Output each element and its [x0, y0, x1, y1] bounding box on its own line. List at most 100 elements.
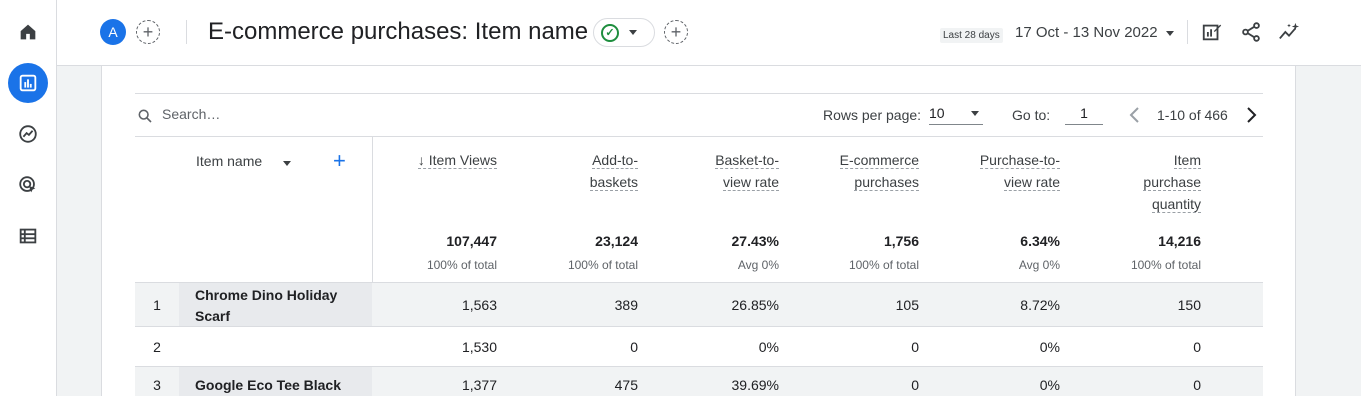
column-header-label: view rate	[722, 174, 779, 191]
cell-add-to-baskets: 0	[630, 339, 638, 355]
column-header-label: baskets	[589, 174, 638, 191]
total-add-to-baskets-sub: 100% of total	[567, 258, 638, 272]
dimension-header-label: Item name	[196, 153, 263, 169]
report-status-dropdown[interactable]: ✓	[593, 18, 655, 47]
cell-item-views: 1,377	[461, 377, 497, 393]
cell-item-purchase-quantity: 150	[1177, 297, 1201, 313]
add-filter-button[interactable]: +	[664, 20, 688, 44]
table-row[interactable]: 1 Chrome Dino Holiday Scarf 1,563 389 26…	[135, 282, 1263, 326]
cell-purchase-to-view-rate: 8.72%	[1020, 297, 1060, 313]
rows-per-page-value: 10	[929, 105, 945, 121]
nav-configure-button[interactable]	[8, 216, 48, 256]
chevron-down-icon[interactable]	[1166, 31, 1174, 36]
insights-button[interactable]	[1276, 19, 1302, 45]
total-item-views-sub: 100% of total	[426, 258, 497, 272]
rows-per-page-select[interactable]: 10	[929, 103, 983, 125]
cell-basket-to-view-rate: 0%	[758, 339, 779, 355]
column-header-label: Purchase-to-	[979, 152, 1060, 169]
nav-reports-button[interactable]	[8, 63, 48, 103]
cell-item-purchase-quantity: 0	[1193, 377, 1201, 393]
cell-item-views: 1,530	[461, 339, 497, 355]
dimension-header[interactable]: Item name	[196, 153, 262, 169]
date-range-picker[interactable]: 17 Oct - 13 Nov 2022	[1015, 24, 1158, 41]
column-header-basket-to-view-rate[interactable]: Basket-to- view rate	[679, 149, 779, 193]
dimension-dropdown-icon[interactable]	[283, 161, 291, 166]
item-name-cell: Chrome Dino Holiday Scarf	[179, 283, 372, 326]
report-table-card: Rows per page: 10 Go to: 1 1-10 of 466 I…	[101, 66, 1296, 396]
column-header-label: quantity	[1151, 196, 1201, 213]
total-purchase-to-view-rate-sub: Avg 0%	[1018, 258, 1060, 272]
total-purchase-to-view-rate: 6.34%	[1020, 233, 1060, 249]
cell-purchase-to-view-rate: 0%	[1039, 339, 1060, 355]
pagination-status: 1-10 of 466	[1157, 107, 1228, 123]
chevron-down-icon	[629, 30, 637, 35]
chevron-down-icon	[971, 111, 979, 116]
total-basket-to-view-rate-sub: Avg 0%	[737, 258, 779, 272]
total-add-to-baskets: 23,124	[595, 233, 638, 249]
date-preset-label: Last 28 days	[940, 28, 1003, 43]
cell-item-purchase-quantity: 0	[1193, 339, 1201, 355]
table-toolbar: Rows per page: 10 Go to: 1 1-10 of 466	[135, 93, 1263, 137]
item-name-line: Scarf	[195, 308, 231, 324]
total-item-purchase-quantity: 14,216	[1158, 233, 1201, 249]
cell-purchase-to-view-rate: 0%	[1039, 377, 1060, 393]
share-button[interactable]	[1238, 19, 1264, 45]
explore-icon	[19, 125, 37, 143]
total-ecommerce-purchases: 1,756	[883, 233, 919, 249]
header-divider	[186, 20, 187, 44]
header-divider	[1187, 20, 1188, 44]
column-header-label: Basket-to-	[715, 152, 779, 169]
table-row[interactable]: 2 1,530 0 0% 0 0% 0	[135, 326, 1263, 366]
insights-icon	[1279, 22, 1300, 40]
row-number: 2	[153, 339, 161, 355]
column-header-item-views[interactable]: ↓ Item Views	[397, 149, 497, 171]
cell-ecommerce-purchases: 0	[911, 339, 919, 355]
total-basket-to-view-rate: 27.43%	[731, 233, 779, 249]
cell-basket-to-view-rate: 26.85%	[731, 297, 779, 313]
page-title: E-commerce purchases: Item name	[208, 18, 589, 45]
cell-add-to-baskets: 475	[614, 377, 638, 393]
cell-item-views: 1,563	[461, 297, 497, 313]
row-number: 1	[153, 297, 161, 313]
cell-ecommerce-purchases: 0	[911, 377, 919, 393]
comparison-avatar[interactable]: A	[100, 19, 126, 45]
cell-add-to-baskets: 389	[614, 297, 638, 313]
left-nav-rail	[0, 0, 57, 396]
column-header-label: Add-to-	[592, 152, 638, 169]
cell-ecommerce-purchases: 105	[895, 297, 919, 313]
total-item-purchase-quantity-sub: 100% of total	[1130, 258, 1201, 272]
item-name-cell	[179, 327, 372, 366]
total-ecommerce-purchases-sub: 100% of total	[848, 258, 919, 272]
column-header-add-to-baskets[interactable]: Add-to- baskets	[538, 149, 638, 193]
report-header: A + E-commerce purchases: Item name ✓ + …	[57, 0, 1361, 66]
table-row[interactable]: 3 Google Eco Tee Black 1,377 475 39.69% …	[135, 366, 1263, 396]
column-header-purchase-to-view-rate[interactable]: Purchase-to- view rate	[960, 149, 1060, 193]
go-to-page-input[interactable]: 1	[1065, 103, 1103, 125]
column-header-item-purchase-quantity[interactable]: Item purchase quantity	[1101, 149, 1201, 215]
chevron-left-icon[interactable]	[1127, 106, 1143, 124]
cell-basket-to-view-rate: 39.69%	[731, 377, 779, 393]
add-dimension-button[interactable]: +	[333, 150, 346, 172]
customize-report-button[interactable]	[1199, 19, 1225, 45]
go-to-label: Go to:	[1012, 107, 1051, 123]
add-comparison-button[interactable]: +	[136, 20, 160, 44]
plus-icon: +	[670, 22, 682, 42]
search-input[interactable]	[162, 106, 362, 122]
list-icon	[19, 228, 37, 244]
home-icon	[20, 24, 36, 40]
share-icon	[1242, 22, 1260, 42]
row-number: 3	[153, 377, 161, 393]
plus-icon: +	[142, 22, 154, 42]
check-circle-icon: ✓	[601, 23, 619, 42]
nav-explore-button[interactable]	[8, 114, 48, 154]
item-name-line: Chrome Dino Holiday	[195, 287, 338, 303]
column-header-ecommerce-purchases[interactable]: E-commerce purchases	[819, 149, 919, 193]
search-icon	[138, 109, 152, 123]
item-name-cell: Google Eco Tee Black	[179, 367, 372, 396]
column-header-label: ↓ Item Views	[417, 152, 497, 169]
nav-advertising-button[interactable]	[8, 165, 48, 205]
nav-home-button[interactable]	[8, 12, 48, 52]
column-header-label: E-commerce	[839, 152, 919, 169]
chevron-right-icon[interactable]	[1243, 106, 1259, 124]
column-header-label: view rate	[1003, 174, 1060, 191]
